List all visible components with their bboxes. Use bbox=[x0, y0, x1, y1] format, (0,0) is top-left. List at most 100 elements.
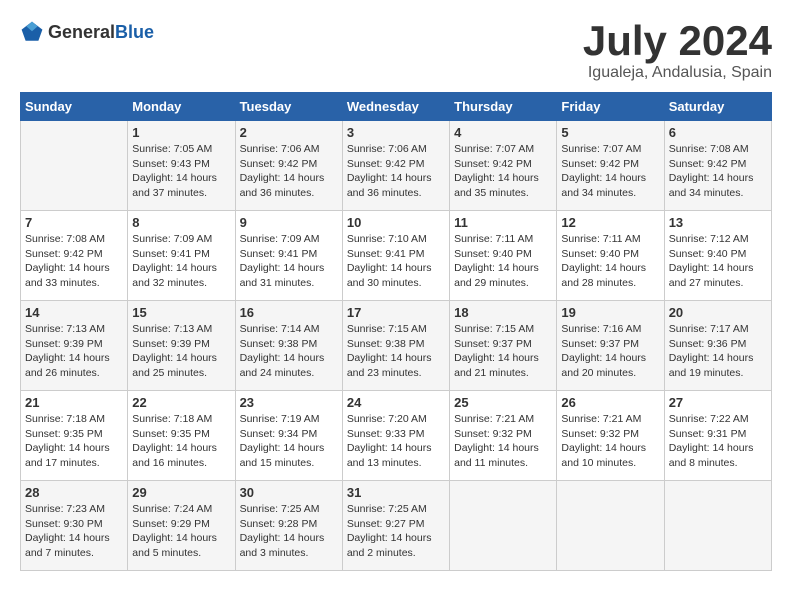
location-subtitle: Igualeja, Andalusia, Spain bbox=[583, 64, 772, 82]
calendar-cell: 2Sunrise: 7:06 AM Sunset: 9:42 PM Daylig… bbox=[235, 121, 342, 211]
day-info: Sunrise: 7:08 AM Sunset: 9:42 PM Dayligh… bbox=[25, 232, 123, 291]
day-number: 26 bbox=[561, 395, 659, 410]
day-info: Sunrise: 7:21 AM Sunset: 9:32 PM Dayligh… bbox=[454, 412, 552, 471]
day-number: 30 bbox=[240, 485, 338, 500]
day-info: Sunrise: 7:14 AM Sunset: 9:38 PM Dayligh… bbox=[240, 322, 338, 381]
day-number: 16 bbox=[240, 305, 338, 320]
day-header: Monday bbox=[128, 93, 235, 121]
header: GeneralBlue July 2024 Igualeja, Andalusi… bbox=[20, 20, 772, 82]
day-number: 25 bbox=[454, 395, 552, 410]
day-header: Friday bbox=[557, 93, 664, 121]
day-number: 13 bbox=[669, 215, 767, 230]
calendar-week-row: 28 Sunrise: 7:23 AM Sunset: 9:30 PM Dayli… bbox=[21, 481, 772, 571]
day-header: Wednesday bbox=[342, 93, 449, 121]
day-info: Sunrise: 7:18 AM Sunset: 9:35 PM Dayligh… bbox=[132, 412, 230, 471]
day-number: 12 bbox=[561, 215, 659, 230]
calendar-cell: 31 Sunrise: 7:25 AM Sunset: 9:27 PM Dayli… bbox=[342, 481, 449, 571]
day-info: Sunrise: 7:23 AM Sunset: 9:30 PM Dayligh… bbox=[25, 502, 123, 561]
day-number: 14 bbox=[25, 305, 123, 320]
day-info: Sunrise: 7:06 AM Sunset: 9:42 PM Dayligh… bbox=[240, 142, 338, 201]
day-info: Sunrise: 7:11 AM Sunset: 9:40 PM Dayligh… bbox=[561, 232, 659, 291]
day-number: 28 bbox=[25, 485, 123, 500]
day-number: 22 bbox=[132, 395, 230, 410]
day-info: Sunrise: 7:25 AM Sunset: 9:27 PM Dayligh… bbox=[347, 502, 445, 561]
day-number: 3 bbox=[347, 125, 445, 140]
day-header: Tuesday bbox=[235, 93, 342, 121]
day-info: Sunrise: 7:22 AM Sunset: 9:31 PM Dayligh… bbox=[669, 412, 767, 471]
day-number: 1 bbox=[132, 125, 230, 140]
calendar-cell: 22 Sunrise: 7:18 AM Sunset: 9:35 PM Dayli… bbox=[128, 391, 235, 481]
day-number: 4 bbox=[454, 125, 552, 140]
day-info: Sunrise: 7:12 AM Sunset: 9:40 PM Dayligh… bbox=[669, 232, 767, 291]
calendar-cell: 19 Sunrise: 7:16 AM Sunset: 9:37 PM Dayli… bbox=[557, 301, 664, 391]
logo: GeneralBlue bbox=[20, 20, 154, 44]
day-info: Sunrise: 7:24 AM Sunset: 9:29 PM Dayligh… bbox=[132, 502, 230, 561]
calendar-week-row: 14 Sunrise: 7:13 AM Sunset: 9:39 PM Dayli… bbox=[21, 301, 772, 391]
day-number: 7 bbox=[25, 215, 123, 230]
calendar-cell: 29 Sunrise: 7:24 AM Sunset: 9:29 PM Dayli… bbox=[128, 481, 235, 571]
title-area: July 2024 Igualeja, Andalusia, Spain bbox=[583, 20, 772, 82]
calendar-cell: 20 Sunrise: 7:17 AM Sunset: 9:36 PM Dayli… bbox=[664, 301, 771, 391]
day-header: Sunday bbox=[21, 93, 128, 121]
header-row: SundayMondayTuesdayWednesdayThursdayFrid… bbox=[21, 93, 772, 121]
day-number: 10 bbox=[347, 215, 445, 230]
calendar-cell bbox=[664, 481, 771, 571]
calendar-cell: 4 Sunrise: 7:07 AM Sunset: 9:42 PM Daylig… bbox=[450, 121, 557, 211]
day-info: Sunrise: 7:20 AM Sunset: 9:33 PM Dayligh… bbox=[347, 412, 445, 471]
calendar-cell: 12 Sunrise: 7:11 AM Sunset: 9:40 PM Dayli… bbox=[557, 211, 664, 301]
day-info: Sunrise: 7:11 AM Sunset: 9:40 PM Dayligh… bbox=[454, 232, 552, 291]
calendar-cell bbox=[21, 121, 128, 211]
calendar-cell bbox=[450, 481, 557, 571]
calendar-cell: 27 Sunrise: 7:22 AM Sunset: 9:31 PM Dayli… bbox=[664, 391, 771, 481]
day-number: 27 bbox=[669, 395, 767, 410]
day-number: 17 bbox=[347, 305, 445, 320]
day-number: 21 bbox=[25, 395, 123, 410]
calendar-cell: 1 Sunrise: 7:05 AM Sunset: 9:43 PM Daylig… bbox=[128, 121, 235, 211]
calendar-cell: 9Sunrise: 7:09 AM Sunset: 9:41 PM Daylig… bbox=[235, 211, 342, 301]
calendar-cell: 25 Sunrise: 7:21 AM Sunset: 9:32 PM Dayli… bbox=[450, 391, 557, 481]
day-number: 29 bbox=[132, 485, 230, 500]
calendar-cell: 23Sunrise: 7:19 AM Sunset: 9:34 PM Dayli… bbox=[235, 391, 342, 481]
day-info: Sunrise: 7:16 AM Sunset: 9:37 PM Dayligh… bbox=[561, 322, 659, 381]
calendar-table: SundayMondayTuesdayWednesdayThursdayFrid… bbox=[20, 92, 772, 571]
calendar-cell: 11Sunrise: 7:11 AM Sunset: 9:40 PM Dayli… bbox=[450, 211, 557, 301]
day-info: Sunrise: 7:05 AM Sunset: 9:43 PM Dayligh… bbox=[132, 142, 230, 201]
day-number: 19 bbox=[561, 305, 659, 320]
calendar-cell: 3 Sunrise: 7:06 AM Sunset: 9:42 PM Daylig… bbox=[342, 121, 449, 211]
day-number: 31 bbox=[347, 485, 445, 500]
calendar-cell: 24Sunrise: 7:20 AM Sunset: 9:33 PM Dayli… bbox=[342, 391, 449, 481]
day-info: Sunrise: 7:25 AM Sunset: 9:28 PM Dayligh… bbox=[240, 502, 338, 561]
calendar-cell: 8 Sunrise: 7:09 AM Sunset: 9:41 PM Daylig… bbox=[128, 211, 235, 301]
day-header: Thursday bbox=[450, 93, 557, 121]
day-info: Sunrise: 7:15 AM Sunset: 9:38 PM Dayligh… bbox=[347, 322, 445, 381]
day-info: Sunrise: 7:08 AM Sunset: 9:42 PM Dayligh… bbox=[669, 142, 767, 201]
calendar-cell: 10Sunrise: 7:10 AM Sunset: 9:41 PM Dayli… bbox=[342, 211, 449, 301]
day-info: Sunrise: 7:13 AM Sunset: 9:39 PM Dayligh… bbox=[25, 322, 123, 381]
day-info: Sunrise: 7:18 AM Sunset: 9:35 PM Dayligh… bbox=[25, 412, 123, 471]
day-info: Sunrise: 7:17 AM Sunset: 9:36 PM Dayligh… bbox=[669, 322, 767, 381]
day-info: Sunrise: 7:09 AM Sunset: 9:41 PM Dayligh… bbox=[132, 232, 230, 291]
calendar-cell: 30 Sunrise: 7:25 AM Sunset: 9:28 PM Dayli… bbox=[235, 481, 342, 571]
logo-icon bbox=[20, 20, 44, 44]
day-info: Sunrise: 7:21 AM Sunset: 9:32 PM Dayligh… bbox=[561, 412, 659, 471]
calendar-week-row: 21 Sunrise: 7:18 AM Sunset: 9:35 PM Dayli… bbox=[21, 391, 772, 481]
day-info: Sunrise: 7:07 AM Sunset: 9:42 PM Dayligh… bbox=[561, 142, 659, 201]
calendar-cell: 26 Sunrise: 7:21 AM Sunset: 9:32 PM Dayli… bbox=[557, 391, 664, 481]
day-number: 20 bbox=[669, 305, 767, 320]
logo-general: General bbox=[48, 22, 115, 42]
calendar-cell bbox=[557, 481, 664, 571]
calendar-cell: 18 Sunrise: 7:15 AM Sunset: 9:37 PM Dayli… bbox=[450, 301, 557, 391]
day-number: 8 bbox=[132, 215, 230, 230]
day-info: Sunrise: 7:07 AM Sunset: 9:42 PM Dayligh… bbox=[454, 142, 552, 201]
day-info: Sunrise: 7:09 AM Sunset: 9:41 PM Dayligh… bbox=[240, 232, 338, 291]
day-number: 15 bbox=[132, 305, 230, 320]
calendar-cell: 5Sunrise: 7:07 AM Sunset: 9:42 PM Daylig… bbox=[557, 121, 664, 211]
day-header: Saturday bbox=[664, 93, 771, 121]
day-info: Sunrise: 7:19 AM Sunset: 9:34 PM Dayligh… bbox=[240, 412, 338, 471]
day-info: Sunrise: 7:15 AM Sunset: 9:37 PM Dayligh… bbox=[454, 322, 552, 381]
calendar-cell: 21 Sunrise: 7:18 AM Sunset: 9:35 PM Dayli… bbox=[21, 391, 128, 481]
calendar-cell: 17 Sunrise: 7:15 AM Sunset: 9:38 PM Dayli… bbox=[342, 301, 449, 391]
day-number: 18 bbox=[454, 305, 552, 320]
day-info: Sunrise: 7:06 AM Sunset: 9:42 PM Dayligh… bbox=[347, 142, 445, 201]
month-title: July 2024 bbox=[583, 20, 772, 62]
